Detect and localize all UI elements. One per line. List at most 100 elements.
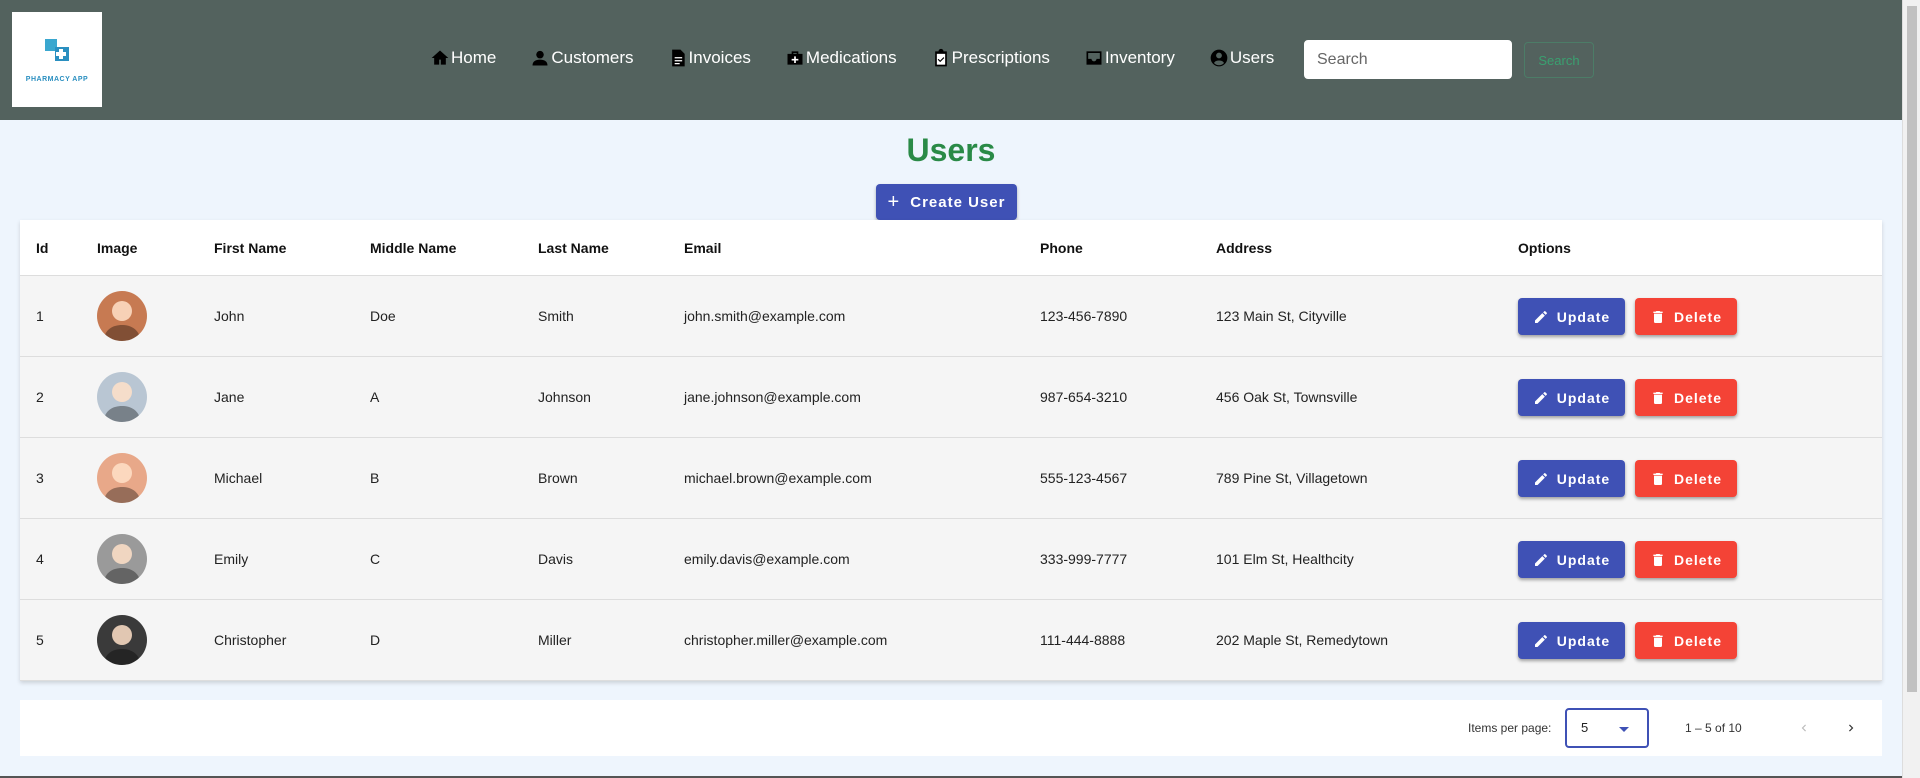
pencil-icon <box>1534 472 1547 485</box>
cell-email: jane.johnson@example.com <box>684 389 861 405</box>
person-icon <box>532 50 548 66</box>
cell-id: 4 <box>36 551 44 567</box>
column-header-email[interactable]: Email <box>684 220 721 276</box>
cell-id: 3 <box>36 470 44 486</box>
pharmacy-app-logo[interactable]: PHARMACY APP <box>12 12 102 107</box>
cell-address: 101 Elm St, Healthcity <box>1216 551 1354 567</box>
cell-phone: 333-999-7777 <box>1040 551 1128 567</box>
chevron-left-icon <box>1801 724 1806 732</box>
cell-phone: 555-123-4567 <box>1040 470 1128 486</box>
user-avatar-image <box>97 372 147 422</box>
cell-last-name: Davis <box>538 551 574 567</box>
previous-page-button[interactable] <box>1790 714 1818 742</box>
nav-label-home: Home <box>451 48 497 67</box>
cell-middle-name: B <box>370 470 380 486</box>
column-header-address[interactable]: Address <box>1216 220 1272 276</box>
nav-item-medications[interactable]: Medications <box>785 48 897 68</box>
delete-button[interactable]: Delete <box>1635 298 1737 335</box>
update-button[interactable]: Update <box>1518 622 1625 659</box>
pencil-icon <box>1534 310 1547 323</box>
nav-label-prescriptions: Prescriptions <box>951 48 1050 67</box>
inbox-icon <box>1086 51 1102 65</box>
delete-button[interactable]: Delete <box>1635 622 1737 659</box>
cell-middle-name: D <box>370 632 381 648</box>
scrollbar-thumb[interactable] <box>1907 6 1917 692</box>
delete-label: Delete <box>1673 308 1723 325</box>
cell-address: 456 Oak St, Townsville <box>1216 389 1358 405</box>
update-button[interactable]: Update <box>1518 541 1625 578</box>
delete-button[interactable]: Delete <box>1635 460 1737 497</box>
nav-item-users[interactable]: Users <box>1209 48 1274 68</box>
account-circle-icon <box>1210 49 1228 67</box>
user-avatar-image <box>97 291 147 341</box>
delete-button[interactable]: Delete <box>1635 541 1737 578</box>
delete-button[interactable]: Delete <box>1635 379 1737 416</box>
cell-first-name: Jane <box>214 389 245 405</box>
column-header-first-name[interactable]: First Name <box>214 220 286 276</box>
cell-email: michael.brown@example.com <box>684 470 872 486</box>
cell-phone: 111-444-8888 <box>1040 632 1126 648</box>
search-input[interactable] <box>1304 40 1512 79</box>
table-row: 1 John Doe Smith john.smith@example.com 123-4… <box>20 276 1882 357</box>
update-label: Update <box>1556 470 1611 487</box>
cell-first-name: John <box>214 308 245 324</box>
cell-middle-name: C <box>370 551 381 567</box>
update-button[interactable]: Update <box>1518 460 1625 497</box>
column-header-phone[interactable]: Phone <box>1040 220 1083 276</box>
vertical-scrollbar[interactable] <box>1902 0 1920 778</box>
table-row: 4 Emily C Davis emily.davis@example.com 333-9… <box>20 519 1882 600</box>
nav-item-invoices[interactable]: Invoices <box>668 48 751 68</box>
pharmacy-cross-icon <box>42 36 72 70</box>
update-label: Update <box>1556 308 1611 325</box>
page-title: Users <box>906 132 996 168</box>
items-per-page-select[interactable]: 5 <box>1565 708 1649 748</box>
medical-kit-icon <box>787 51 803 65</box>
nav-item-home[interactable]: Home <box>430 48 496 68</box>
cell-first-name: Emily <box>214 551 249 567</box>
cell-email: john.smith@example.com <box>684 308 846 324</box>
cell-email: christopher.miller@example.com <box>684 632 888 648</box>
user-avatar-image <box>97 615 147 665</box>
nav-item-inventory[interactable]: Inventory <box>1084 48 1175 68</box>
table-header: Id Image First Name Middle Name Last Nam… <box>20 220 1882 276</box>
nav-label-customers: Customers <box>551 48 634 67</box>
paginator: Items per page: 5 1 – 5 of 10 <box>20 700 1882 756</box>
cell-last-name: Johnson <box>538 389 591 405</box>
update-button[interactable]: Update <box>1518 298 1625 335</box>
nav-item-customers[interactable]: Customers <box>530 48 634 68</box>
column-header-middle-name[interactable]: Middle Name <box>370 220 456 276</box>
column-header-last-name[interactable]: Last Name <box>538 220 609 276</box>
chevron-right-icon <box>1849 724 1854 732</box>
nav-label-users: Users <box>1229 48 1275 67</box>
page-range-label: 1 – 5 of 10 <box>1685 721 1742 735</box>
cell-address: 123 Main St, Cityville <box>1216 308 1347 324</box>
delete-label: Delete <box>1673 389 1723 406</box>
delete-label: Delete <box>1673 470 1723 487</box>
nav-label-invoices: Invoices <box>688 48 751 67</box>
avatar <box>97 453 147 503</box>
clipboard-check-icon <box>934 48 947 67</box>
cell-id: 1 <box>36 308 44 324</box>
column-header-id[interactable]: Id <box>36 220 48 276</box>
pencil-icon <box>1534 391 1547 404</box>
column-header-image[interactable]: Image <box>97 220 137 276</box>
cell-first-name: Christopher <box>214 632 287 648</box>
main-nav: Home Customers Invoices Medications Pres… <box>430 44 1308 72</box>
update-button[interactable]: Update <box>1518 379 1625 416</box>
nav-item-prescriptions[interactable]: Prescriptions <box>931 48 1050 68</box>
cell-first-name: Michael <box>214 470 263 486</box>
cell-middle-name: A <box>370 389 380 405</box>
table-row: 3 Michael B Brown michael.brown@example.com 5… <box>20 438 1882 519</box>
cell-last-name: Miller <box>538 632 572 648</box>
cell-middle-name: Doe <box>370 308 396 324</box>
delete-label: Delete <box>1673 632 1723 649</box>
user-avatar-image <box>97 534 147 584</box>
next-page-button[interactable] <box>1837 714 1865 742</box>
table-row: 2 Jane A Johnson jane.johnson@example.com 987… <box>20 357 1882 438</box>
items-per-page-label: Items per page: <box>1468 721 1552 735</box>
cell-phone: 987-654-3210 <box>1040 389 1128 405</box>
search-button[interactable]: Search <box>1524 42 1594 78</box>
trash-icon <box>1653 391 1663 404</box>
create-user-button[interactable]: + Create User <box>876 184 1017 220</box>
cell-email: emily.davis@example.com <box>684 551 850 567</box>
